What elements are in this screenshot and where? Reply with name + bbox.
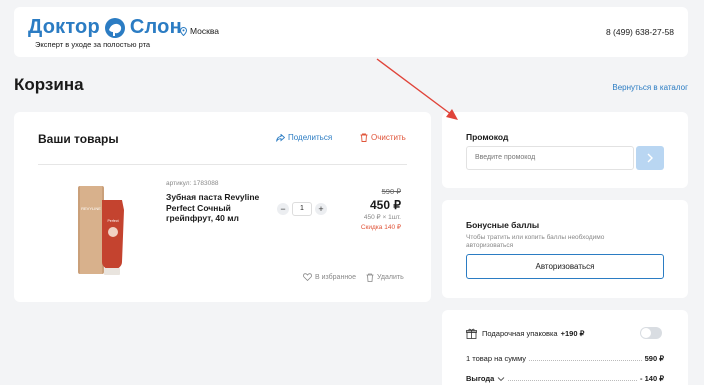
gift-icon bbox=[466, 328, 477, 339]
share-label: Поделиться bbox=[288, 133, 333, 142]
trash-icon bbox=[360, 133, 368, 142]
delete-label: Удалить bbox=[377, 274, 404, 281]
bonus-points-card: Бонусные баллы Чтобы тратить или копить … bbox=[442, 200, 688, 298]
city-label: Москва bbox=[190, 26, 220, 36]
benefit-label: Выгода bbox=[466, 374, 495, 383]
product-name[interactable]: Зубная паста Revyline Perfect Сочный гре… bbox=[166, 192, 261, 224]
svg-text:REVYLINE: REVYLINE bbox=[81, 206, 101, 211]
promo-code-input[interactable]: Введите промокод bbox=[466, 146, 634, 170]
site-header: Доктор Слон Эксперт в уходе за полостью … bbox=[14, 7, 688, 57]
quantity-input[interactable]: 1 bbox=[292, 202, 312, 216]
benefit-row[interactable]: Выгода - 140 ₽ bbox=[466, 374, 664, 383]
gift-wrap-price: +190 ₽ bbox=[560, 329, 585, 338]
share-button[interactable]: Поделиться bbox=[276, 133, 332, 142]
items-total-row: 1 товар на сумму 590 ₽ bbox=[466, 354, 664, 363]
quantity-stepper: − 1 + bbox=[277, 202, 327, 216]
product-image[interactable]: REVYLINE Perfect bbox=[72, 182, 132, 278]
benefit-value: - 140 ₽ bbox=[640, 374, 664, 383]
apply-promo-button[interactable] bbox=[636, 146, 664, 170]
logo-word-left: Доктор bbox=[28, 16, 100, 38]
chevron-right-icon bbox=[647, 153, 653, 163]
clear-label: Очистить bbox=[371, 133, 406, 142]
back-to-catalog-link[interactable]: Вернуться в каталог bbox=[612, 83, 688, 92]
city-selector[interactable]: Москва bbox=[180, 26, 219, 36]
clear-cart-button[interactable]: Очистить bbox=[360, 133, 406, 142]
order-summary-card: Подарочная упаковка +190 ₽ 1 товар на су… bbox=[442, 310, 688, 385]
trash-icon bbox=[366, 273, 374, 282]
chevron-down-icon bbox=[497, 377, 505, 382]
logo-word-right: Слон bbox=[129, 16, 182, 38]
location-pin-icon bbox=[180, 26, 187, 36]
cart-items-card: Ваши товары Поделиться Очистить REVYLINE… bbox=[14, 112, 431, 302]
elephant-logo-icon bbox=[104, 17, 125, 38]
heart-icon bbox=[303, 273, 312, 281]
cart-heading: Ваши товары bbox=[38, 132, 119, 146]
gift-wrap-label: Подарочная упаковка bbox=[482, 329, 558, 338]
page-title: Корзина bbox=[14, 75, 84, 94]
product-sku: артикул: 1783088 bbox=[166, 180, 219, 187]
gift-wrap-toggle[interactable] bbox=[640, 327, 662, 339]
increase-quantity-button[interactable]: + bbox=[315, 203, 327, 215]
promo-title: Промокод bbox=[466, 132, 509, 142]
promo-code-card: Промокод Введите промокод bbox=[442, 112, 688, 188]
bonus-note: Чтобы тратить или копить баллы необходим… bbox=[466, 234, 605, 250]
dotted-leader bbox=[508, 380, 638, 381]
delete-item-button[interactable]: Удалить bbox=[366, 273, 404, 282]
logo[interactable]: Доктор Слон Эксперт в уходе за полостью … bbox=[28, 16, 182, 49]
svg-text:Perfect: Perfect bbox=[107, 219, 118, 223]
old-price: 590 ₽ bbox=[381, 187, 401, 196]
items-total-value: 590 ₽ bbox=[644, 354, 664, 363]
current-price: 450 ₽ bbox=[370, 198, 401, 212]
gift-wrap-option: Подарочная упаковка +190 ₽ bbox=[466, 328, 584, 339]
items-total-label: 1 товар на сумму bbox=[466, 354, 527, 363]
phone-number[interactable]: 8 (499) 638-27-58 bbox=[606, 27, 674, 37]
favorites-label: В избранное bbox=[315, 273, 356, 281]
authorize-button[interactable]: Авторизоваться bbox=[466, 254, 664, 279]
logo-tagline: Эксперт в уходе за полостью рта bbox=[35, 40, 151, 49]
share-icon bbox=[276, 133, 285, 142]
bonus-title: Бонусные баллы bbox=[466, 220, 540, 230]
discount-label: Скидка 140 ₽ bbox=[360, 224, 401, 231]
dotted-leader bbox=[529, 360, 642, 361]
unit-price: 450 ₽ × 1шт. bbox=[363, 214, 401, 221]
decrease-quantity-button[interactable]: − bbox=[277, 203, 289, 215]
divider bbox=[38, 164, 407, 165]
add-to-favorites-button[interactable]: В избранное bbox=[303, 273, 356, 281]
